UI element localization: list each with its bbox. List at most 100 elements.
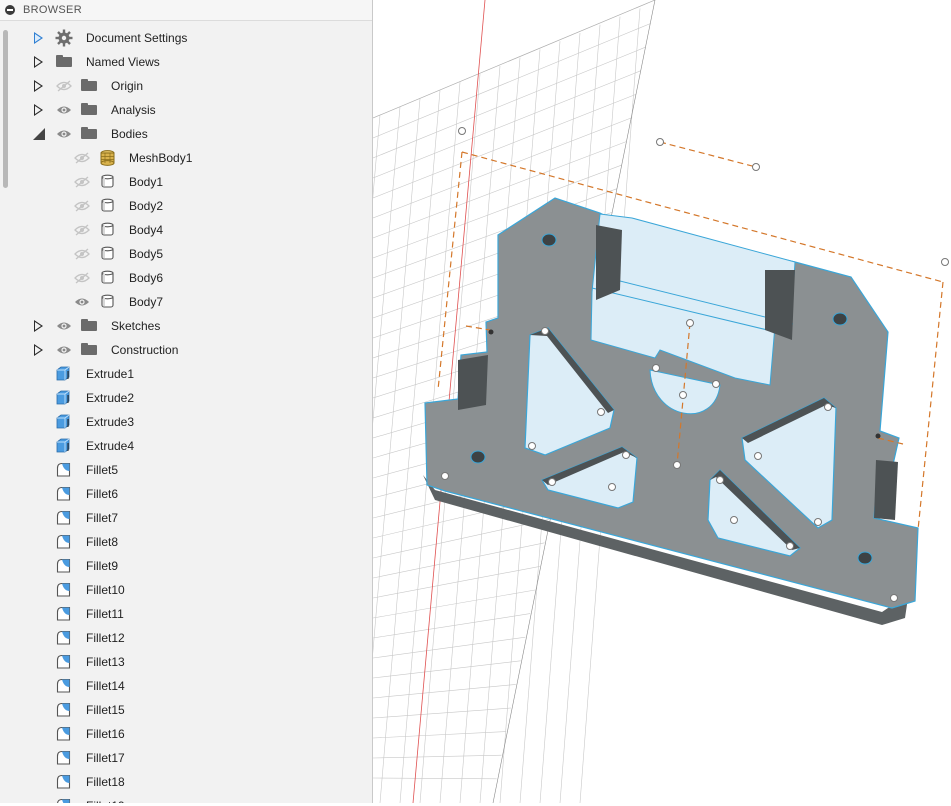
expand-arrow-icon[interactable] [34, 56, 43, 68]
folder-icon [81, 79, 97, 91]
browser-item-fillet11[interactable]: Fillet11 [0, 602, 370, 626]
fillet-icon[interactable] [56, 534, 71, 549]
browser-item-analysis[interactable]: Analysis [0, 98, 370, 122]
extrude-icon[interactable] [56, 366, 70, 381]
browser-item-fillet12[interactable]: Fillet12 [0, 626, 370, 650]
fillet-icon[interactable] [56, 582, 71, 597]
expand-arrow-icon[interactable] [34, 80, 43, 92]
browser-item-extrude4[interactable]: Extrude4 [0, 434, 370, 458]
browser-item-label: Extrude3 [86, 415, 135, 429]
browser-item-body2[interactable]: Body2 [0, 194, 370, 218]
browser-item-bodies[interactable]: Bodies [0, 122, 370, 146]
browser-item-fillet6[interactable]: Fillet6 [0, 482, 370, 506]
browser-item-body5[interactable]: Body5 [0, 242, 370, 266]
eye-hidden-icon[interactable] [74, 272, 90, 287]
extrude-icon[interactable] [56, 390, 70, 405]
fillet-icon[interactable] [56, 678, 71, 693]
browser-header[interactable]: BROWSER [0, 0, 372, 21]
browser-item-fillet14[interactable]: Fillet14 [0, 674, 370, 698]
browser-item-label: Origin [111, 79, 144, 93]
eye-icon[interactable] [56, 104, 72, 119]
grid-line [372, 636, 526, 659]
eye-icon[interactable] [74, 296, 90, 311]
eye-icon[interactable] [56, 344, 72, 359]
browser-item-label: Construction [111, 343, 179, 357]
browser-item-body7[interactable]: Body7 [0, 290, 370, 314]
browser-item-sketches[interactable]: Sketches [0, 314, 370, 338]
grid-line [372, 613, 531, 639]
fillet-icon[interactable] [56, 726, 71, 741]
fillet-icon[interactable] [56, 462, 71, 477]
browser-item-label: Fillet9 [86, 559, 119, 573]
eye-hidden-icon[interactable] [56, 80, 72, 95]
browser-item-fillet10[interactable]: Fillet10 [0, 578, 370, 602]
body-icon [101, 198, 114, 213]
browser-item-fillet16[interactable]: Fillet16 [0, 722, 370, 746]
fillet-icon[interactable] [56, 486, 71, 501]
browser-item-document-settings[interactable]: Document Settings [0, 26, 370, 50]
fillet-icon[interactable] [56, 606, 71, 621]
browser-item-label: Named Views [86, 55, 160, 69]
browser-item-body1[interactable]: Body1 [0, 170, 370, 194]
expand-arrow-icon[interactable] [34, 104, 43, 116]
expand-arrow-icon[interactable] [34, 344, 43, 356]
browser-item-meshbody1[interactable]: MeshBody1 [0, 146, 370, 170]
eye-hidden-icon[interactable] [74, 224, 90, 239]
expand-arrow-icon[interactable] [34, 320, 43, 332]
collapse-arrow-icon[interactable] [33, 128, 45, 140]
browser-item-fillet5[interactable]: Fillet5 [0, 458, 370, 482]
browser-item-fillet9[interactable]: Fillet9 [0, 554, 370, 578]
browser-item-label: Body6 [129, 271, 164, 285]
extrude-icon[interactable] [56, 414, 70, 429]
fillet-icon[interactable] [56, 654, 71, 669]
fillet-icon[interactable] [56, 510, 71, 525]
browser-item-label: Fillet17 [86, 751, 125, 765]
browser-item-fillet8[interactable]: Fillet8 [0, 530, 370, 554]
fillet-icon[interactable] [56, 558, 71, 573]
fillet-icon[interactable] [56, 750, 71, 765]
model-view [319, 0, 949, 804]
grid-line [319, 114, 381, 804]
browser-item-fillet13[interactable]: Fillet13 [0, 650, 370, 674]
extrude-icon[interactable] [56, 438, 70, 453]
canvas-viewport[interactable] [319, 0, 951, 804]
browser-item-body6[interactable]: Body6 [0, 266, 370, 290]
grid-line [372, 46, 646, 159]
eye-hidden-icon[interactable] [74, 200, 90, 215]
browser-item-fillet19[interactable]: Fillet19 [0, 794, 370, 803]
browser-item-extrude1[interactable]: Extrude1 [0, 362, 370, 386]
browser-item-fillet18[interactable]: Fillet18 [0, 770, 370, 794]
browser-item-construction[interactable]: Construction [0, 338, 370, 362]
expand-arrow-icon[interactable] [34, 32, 43, 44]
grid-line [339, 106, 401, 804]
browser-item-label: Body1 [129, 175, 164, 189]
eye-icon[interactable] [56, 320, 72, 335]
gear-icon [55, 29, 73, 50]
collapse-icon[interactable] [5, 5, 15, 15]
fillet-icon[interactable] [56, 630, 71, 645]
browser-item-origin[interactable]: Origin [0, 74, 370, 98]
browser-item-fillet15[interactable]: Fillet15 [0, 698, 370, 722]
browser-item-fillet17[interactable]: Fillet17 [0, 746, 370, 770]
browser-item-extrude2[interactable]: Extrude2 [0, 386, 370, 410]
browser-title: BROWSER [23, 4, 82, 16]
browser-item-label: Extrude2 [86, 391, 135, 405]
body-icon [101, 294, 114, 309]
browser-item-body4[interactable]: Body4 [0, 218, 370, 242]
body-icon [101, 270, 114, 285]
browser-item-named-views[interactable]: Named Views [0, 50, 370, 74]
eye-hidden-icon[interactable] [74, 176, 90, 191]
grid-line [372, 94, 636, 199]
browser-item-extrude3[interactable]: Extrude3 [0, 410, 370, 434]
eye-hidden-icon[interactable] [74, 152, 90, 167]
browser-item-label: Fillet7 [86, 511, 119, 525]
fillet-icon[interactable] [56, 702, 71, 717]
browser-item-fillet7[interactable]: Fillet7 [0, 506, 370, 530]
browser-item-label: Fillet5 [86, 463, 119, 477]
eye-hidden-icon[interactable] [74, 248, 90, 263]
fillet-icon[interactable] [56, 798, 71, 803]
fillet-icon[interactable] [56, 774, 71, 789]
eye-icon[interactable] [56, 128, 72, 143]
browser-item-label: MeshBody1 [129, 151, 193, 165]
browser-item-label: Fillet12 [86, 631, 125, 645]
